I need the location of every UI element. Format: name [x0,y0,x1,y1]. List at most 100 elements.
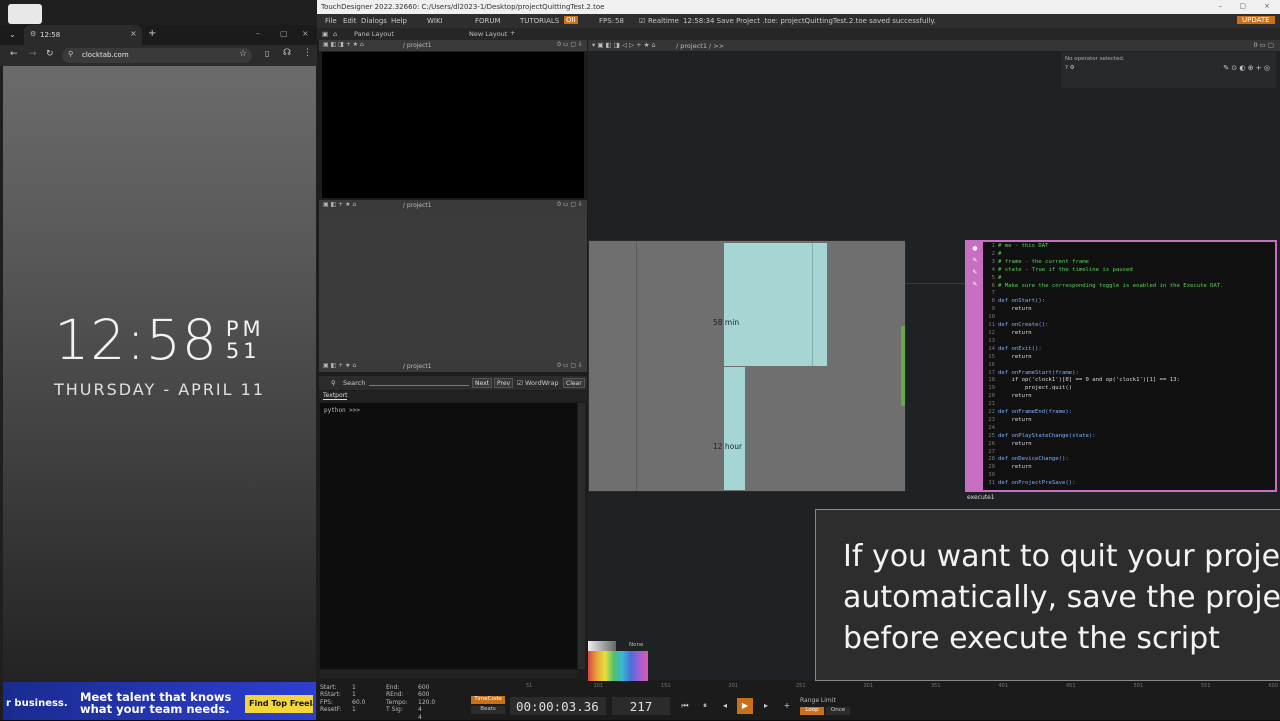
code-line[interactable]: 18 if op('clock1')[0] == 0 and op('clock… [985,377,1224,385]
loop-toggle[interactable]: Loop [800,707,824,715]
menu-dialogs[interactable]: Dialogs [361,17,387,25]
once-toggle[interactable]: Once [826,707,850,715]
menu-help[interactable]: Help [391,17,407,25]
back-icon[interactable]: ← [10,49,18,59]
prev-button[interactable]: Prev [494,378,514,388]
td-maximize-icon[interactable]: ▢ [1239,2,1246,10]
textport-hscrollbar[interactable] [320,670,578,678]
ad-button[interactable]: Find Top Freelan [245,695,313,713]
palette-grey[interactable] [588,641,616,651]
pane2-window-controls[interactable]: 0 ▭ ▢ ⇩ [557,201,583,208]
search-icon[interactable]: ⚲ [331,379,336,387]
side-panel-icon[interactable]: ▯ [265,49,269,58]
code-line[interactable]: 9 return [985,306,1224,314]
maximize-icon[interactable]: ▢ [280,29,288,38]
code-line[interactable]: 23 return [985,417,1224,425]
code-line[interactable]: 15 return [985,354,1224,362]
step-forward-icon[interactable]: ▸ [758,698,774,714]
tab-list-icon[interactable]: ⌄ [9,30,16,39]
empty-pane[interactable] [319,211,587,361]
code-line[interactable]: 3 # frame - the current frame [985,259,1224,267]
wordwrap-checkbox[interactable]: ☑ [517,379,523,387]
color-palette[interactable]: None [588,641,650,681]
address-bar[interactable]: clocktab.com [62,48,252,63]
clear-button[interactable]: Clear [563,378,585,388]
code-line[interactable]: 6 # Make sure the corresponding toggle is… [985,283,1224,291]
pane-layout-label[interactable]: Pane Layout [354,30,394,38]
pause-icon[interactable]: ⏸ [697,698,713,714]
step-back-icon[interactable]: ◂ [717,698,733,714]
new-layout-label[interactable]: New Layout [469,30,507,38]
oii-badge[interactable]: OII [564,16,578,24]
code-editor[interactable]: 1 # me - this DAT 2 #3 # frame - the current… [985,243,1224,488]
palette-colors[interactable] [588,651,648,681]
beats-toggle[interactable]: Beats [471,706,505,714]
close-window-icon[interactable]: × [302,29,309,38]
code-line[interactable]: 11 def onCreate(): [985,322,1224,330]
code-line[interactable]: 4 # state - True if the timeline is pause… [985,267,1224,275]
next-button[interactable]: Next [472,378,492,388]
pane2-controls[interactable]: ▣ ◧ + ★ ⌂ [323,201,356,208]
update-button[interactable]: UPDATE [1237,16,1275,24]
realtime-checkbox[interactable]: ☑ [639,17,645,25]
code-line[interactable]: 1 # me - this DAT [985,243,1224,251]
link-wiki[interactable]: WIKI [427,17,443,25]
pane3-path[interactable]: / project1 [403,363,432,370]
code-line[interactable]: 8 def onStart(): [985,298,1224,306]
media-icon[interactable]: ☊ [283,48,291,58]
layout-icon[interactable]: ▣ [322,30,328,38]
td-close-icon[interactable]: × [1264,2,1270,10]
menu-edit[interactable]: Edit [343,17,357,25]
code-line[interactable]: 27 [985,449,1224,457]
code-line[interactable]: 14 def onExit(): [985,346,1224,354]
code-line[interactable]: 19 project.quit() [985,385,1224,393]
code-line[interactable]: 26 return [985,441,1224,449]
pane3-window-controls[interactable]: 0 ▭ ▢ ⇩ [557,362,583,369]
timeline-ruler[interactable]: 51 101 151 201 251 301 351 401 451 501 551 600 [460,683,1278,689]
code-line[interactable]: 16 [985,362,1224,370]
code-line[interactable]: 7 [985,290,1224,298]
code-line[interactable]: 31 def onProjectPreSave(): [985,480,1224,488]
pane3-controls[interactable]: ▣ ◧ + ★ ⌂ [323,362,356,369]
pane1-window-controls[interactable]: 0 ▭ ▢ ⇩ [557,41,583,48]
site-info-icon[interactable]: ⚲ [68,50,73,58]
network-window-controls[interactable]: 0 ▭ ▢ [1253,41,1274,49]
pane1-path[interactable]: / project1 [403,42,432,49]
browser-tab[interactable]: 12:58 [24,25,142,45]
code-line[interactable]: 29 return [985,464,1224,472]
network-path[interactable]: / project1 / >> [676,42,724,50]
bookmark-star-icon[interactable]: ☆ [239,49,247,59]
code-line[interactable]: 5 # [985,275,1224,283]
minimize-icon[interactable]: – [256,29,260,38]
code-line[interactable]: 25 def onPlayStateChange(state): [985,433,1224,441]
td-minimize-icon[interactable]: – [1219,2,1223,10]
timecode-toggle[interactable]: TimeCode [471,696,505,704]
code-line[interactable]: 30 [985,472,1224,480]
code-line[interactable]: 22 def onFrameEnd(frame): [985,409,1224,417]
close-tab-icon[interactable]: × [130,29,137,38]
rewind-icon[interactable]: ⏮ [677,698,693,714]
code-line[interactable]: 20 return [985,393,1224,401]
code-line[interactable]: 28 def onDeviceChange(): [985,456,1224,464]
code-line[interactable]: 13 [985,338,1224,346]
code-line[interactable]: 24 [985,425,1224,433]
link-forum[interactable]: FORUM [475,17,501,25]
timecode-display[interactable]: 00:00:03.36 [510,697,606,715]
layout-home-icon[interactable]: ⌂ [333,30,337,38]
code-line[interactable]: 21 [985,401,1224,409]
pane2-path[interactable]: / project1 [403,202,432,209]
clock-viewer-op[interactable]: 58 min 12 hour [588,240,906,492]
textport-scrollbar[interactable] [578,403,585,669]
pane1-controls[interactable]: ▣ ◧ ◨ + ★ ⌂ [323,41,364,48]
menu-file[interactable]: File [325,17,337,25]
play-icon[interactable]: ▶ [737,698,753,714]
code-line[interactable]: 17 def onFrameStart(frame): [985,370,1224,378]
textport-tab[interactable]: Textport [323,392,348,400]
link-tutorials[interactable]: TUTORIALS [520,17,559,25]
code-line[interactable]: 10 [985,314,1224,322]
search-input[interactable] [369,385,469,386]
add-frame-icon[interactable]: + [779,698,795,714]
network-controls[interactable]: ▾ ▣ ◧ ◨ ◁ ▷ + ★ ⌂ [592,41,656,49]
menu-dots-icon[interactable]: ⋮ [303,48,312,58]
param-toolbar-icons[interactable]: ✎ ⊙ ◐ ⊕ + ◎ [1223,64,1270,72]
